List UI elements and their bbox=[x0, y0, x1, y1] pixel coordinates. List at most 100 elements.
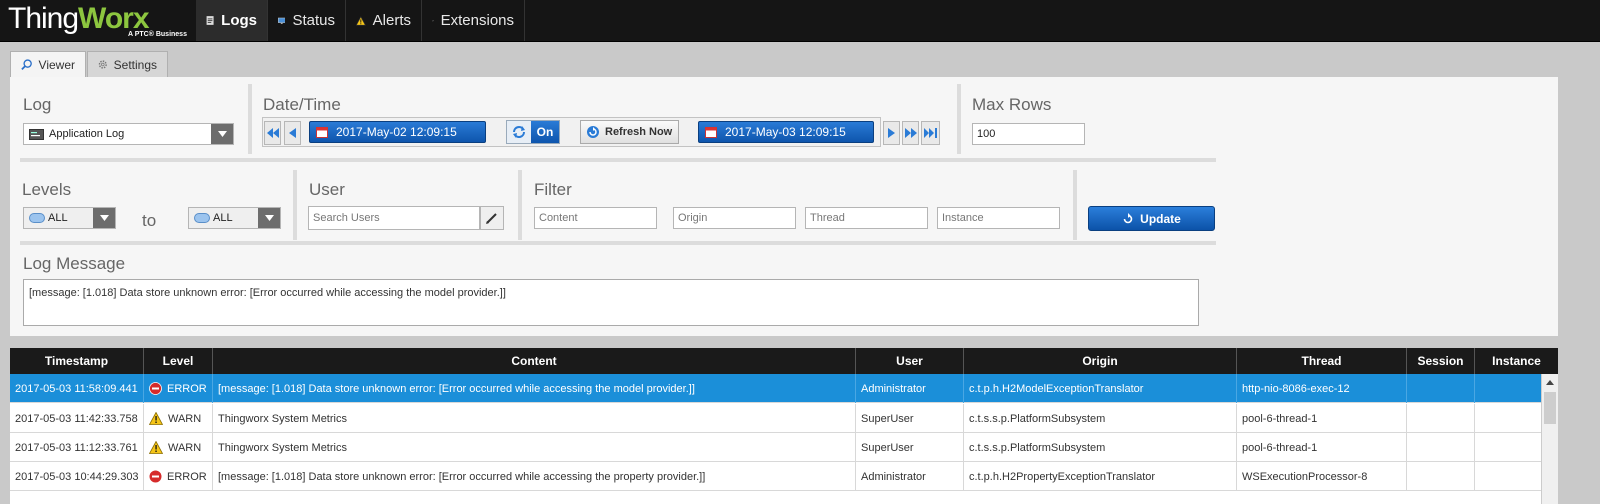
cell-content: Thingworx System Metrics bbox=[213, 433, 856, 462]
next-button[interactable] bbox=[883, 121, 900, 145]
first-page-button[interactable] bbox=[264, 121, 281, 145]
subtab-settings-label: Settings bbox=[113, 57, 157, 72]
filter-instance-input[interactable]: Instance bbox=[937, 207, 1060, 229]
column-header-instance[interactable]: Instance bbox=[1475, 348, 1558, 374]
cell-level: ERROR bbox=[144, 374, 213, 403]
filter-thread-input[interactable]: Thread bbox=[805, 207, 928, 229]
auto-refresh-toggle[interactable]: On bbox=[506, 120, 560, 144]
nav-tab-status[interactable]: Status bbox=[268, 0, 346, 41]
skip-end-icon bbox=[923, 128, 937, 138]
logs-icon bbox=[206, 16, 214, 25]
max-rows-label: Max Rows bbox=[972, 95, 1052, 114]
search-users-input[interactable]: Search Users bbox=[308, 206, 480, 230]
table-scrollbar[interactable] bbox=[1541, 374, 1558, 504]
row-divider bbox=[20, 158, 1216, 162]
nav-tab-status-label: Status bbox=[292, 12, 335, 29]
user-picker-button[interactable] bbox=[480, 206, 504, 230]
log-message-label: Log Message bbox=[23, 254, 126, 273]
cell-level: WARN bbox=[144, 404, 213, 433]
cell-level: WARN bbox=[144, 433, 213, 462]
log-select[interactable]: Application Log bbox=[23, 123, 234, 145]
refresh-icon bbox=[587, 126, 599, 138]
logo-text-main: Thing bbox=[8, 2, 79, 35]
cell-origin: c.t.p.h.H2ModelExceptionTranslator bbox=[964, 374, 1237, 403]
table-row[interactable]: 2017-05-03 10:44:29.303 ERROR [message: … bbox=[10, 462, 1541, 491]
refresh-now-button[interactable]: Refresh Now bbox=[580, 120, 679, 144]
column-header-session[interactable]: Session bbox=[1407, 348, 1475, 374]
level-to-value: ALL bbox=[213, 212, 233, 224]
cell-session bbox=[1407, 374, 1475, 403]
section-divider bbox=[518, 170, 522, 240]
cell-content: [message: [1.018] Data store unknown err… bbox=[213, 462, 856, 491]
cell-level-text: WARN bbox=[168, 412, 202, 425]
column-header-user[interactable]: User bbox=[856, 348, 964, 374]
column-header-content[interactable]: Content bbox=[213, 348, 856, 374]
cell-thread: WSExecutionProcessor-8 bbox=[1237, 462, 1407, 491]
cell-origin: c.t.p.h.H2PropertyExceptionTranslator bbox=[964, 462, 1237, 491]
cell-thread: http-nio-8086-exec-12 bbox=[1237, 374, 1407, 403]
filter-origin-input[interactable]: Origin bbox=[673, 207, 796, 229]
previous-button[interactable] bbox=[284, 121, 301, 145]
cell-timestamp: 2017-05-03 11:42:33.758 bbox=[10, 404, 144, 433]
cell-user: Administrator bbox=[856, 374, 964, 403]
auto-refresh-state: On bbox=[531, 121, 559, 143]
cell-origin: c.t.s.s.p.PlatformSubsystem bbox=[964, 433, 1237, 462]
cell-level-text: WARN bbox=[168, 441, 202, 454]
double-right-icon bbox=[904, 128, 917, 138]
nav-tab-logs-label: Logs bbox=[221, 12, 257, 29]
nav-tab-alerts[interactable]: Alerts bbox=[346, 0, 422, 41]
log-message-textarea[interactable]: [message: [1.018] Data store unknown err… bbox=[23, 279, 1199, 326]
cell-origin: c.t.s.s.p.PlatformSubsystem bbox=[964, 404, 1237, 433]
datetime-label: Date/Time bbox=[263, 95, 341, 114]
logo-subtitle: A PTC® Business bbox=[128, 31, 187, 38]
end-date-picker[interactable]: 2017-May-03 12:09:15 bbox=[698, 121, 874, 143]
refresh-now-label: Refresh Now bbox=[605, 126, 673, 138]
cell-content: Thingworx System Metrics bbox=[213, 404, 856, 433]
left-arrow-icon bbox=[289, 128, 296, 138]
table-row[interactable]: 2017-05-03 11:42:33.758 WARN Thingworx S… bbox=[10, 404, 1541, 433]
start-date-value: 2017-May-02 12:09:15 bbox=[336, 125, 457, 139]
warning-icon bbox=[149, 412, 163, 425]
levels-to-label: to bbox=[142, 211, 157, 230]
levels-label: Levels bbox=[22, 180, 72, 199]
calendar-icon bbox=[705, 127, 717, 138]
cell-user: Administrator bbox=[856, 462, 964, 491]
cell-content: [message: [1.018] Data store unknown err… bbox=[213, 374, 856, 403]
cell-instance bbox=[1475, 374, 1541, 403]
nav-tab-extensions[interactable]: Extensions bbox=[422, 0, 525, 41]
magnifier-icon bbox=[21, 59, 32, 71]
last-page-button[interactable] bbox=[921, 121, 940, 145]
fast-forward-button[interactable] bbox=[902, 121, 919, 145]
table-header: Timestamp Level Content User Origin Thre… bbox=[10, 348, 1558, 374]
subtab-viewer-label: Viewer bbox=[38, 57, 75, 72]
level-to-select[interactable]: ALL bbox=[188, 207, 281, 229]
max-rows-input[interactable]: 100 bbox=[972, 123, 1085, 145]
column-header-timestamp[interactable]: Timestamp bbox=[10, 348, 144, 374]
table-row[interactable]: 2017-05-03 11:58:09.441 ERROR [message: … bbox=[10, 374, 1541, 403]
cell-user: SuperUser bbox=[856, 404, 964, 433]
scroll-thumb[interactable] bbox=[1544, 392, 1556, 424]
subtab-settings[interactable]: Settings bbox=[87, 51, 168, 77]
chevron-down-icon[interactable] bbox=[258, 208, 280, 228]
plug-icon bbox=[432, 19, 434, 22]
table-row[interactable]: 2017-05-03 11:12:33.761 WARN Thingworx S… bbox=[10, 433, 1541, 462]
scroll-up-icon[interactable] bbox=[1542, 374, 1558, 390]
chevron-down-icon[interactable] bbox=[211, 124, 233, 144]
cell-user: SuperUser bbox=[856, 433, 964, 462]
section-divider bbox=[957, 84, 961, 154]
column-header-level[interactable]: Level bbox=[144, 348, 213, 374]
cell-timestamp: 2017-05-03 11:12:33.761 bbox=[10, 433, 144, 462]
column-header-thread[interactable]: Thread bbox=[1237, 348, 1407, 374]
update-button[interactable]: Update bbox=[1088, 206, 1215, 231]
chevron-down-icon[interactable] bbox=[93, 208, 115, 228]
start-date-picker[interactable]: 2017-May-02 12:09:15 bbox=[309, 121, 486, 143]
filter-content-input[interactable]: Content bbox=[534, 207, 657, 229]
calendar-icon bbox=[316, 127, 328, 138]
nav-tab-logs[interactable]: Logs bbox=[196, 0, 268, 41]
cell-instance bbox=[1475, 404, 1541, 433]
subtab-viewer[interactable]: Viewer bbox=[10, 51, 86, 77]
cell-thread: pool-6-thread-1 bbox=[1237, 433, 1407, 462]
level-from-select[interactable]: ALL bbox=[23, 207, 116, 229]
cell-instance bbox=[1475, 462, 1541, 491]
column-header-origin[interactable]: Origin bbox=[964, 348, 1237, 374]
